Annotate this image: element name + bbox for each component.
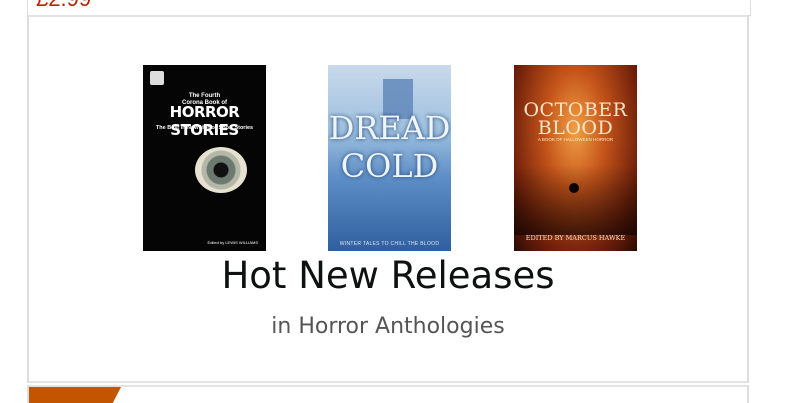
cover-tagline: WINTER TALES TO CHILL THE BLOOD bbox=[339, 241, 440, 247]
tree-silhouette-icon bbox=[514, 165, 637, 235]
card-subtitle: in Horror Anthologies bbox=[271, 314, 505, 339]
cover-line-1: The Fourth bbox=[188, 93, 221, 99]
book-cover-dread-cold[interactable]: DREAD COLD WINTER TALES TO CHILL THE BLO… bbox=[328, 65, 451, 251]
publisher-logo-icon bbox=[150, 71, 164, 85]
book-cover-horror-stories[interactable]: The Fourth Corona Book of HORROR STORIES… bbox=[143, 65, 266, 251]
cover-title: HORROR STORIES bbox=[169, 103, 240, 139]
product-price: £2.99 bbox=[36, 0, 91, 10]
hot-new-releases-card: The Fourth Corona Book of HORROR STORIES… bbox=[27, 15, 749, 383]
cover-title-2: BLOOD bbox=[537, 117, 614, 139]
deal-badge bbox=[29, 387, 121, 403]
previous-product-card bbox=[27, 0, 751, 16]
card-title[interactable]: Hot New Releases bbox=[29, 255, 747, 297]
page: £2.99 The Fourth Corona Book of HORROR S… bbox=[0, 0, 791, 403]
cover-editor: EDITED BY MARCUS HAWKE bbox=[525, 234, 626, 242]
cover-editor: Edited by LEWIS WILLIAMS bbox=[207, 240, 258, 245]
spider-icon bbox=[569, 183, 579, 193]
cover-title-2: COLD bbox=[340, 147, 439, 185]
next-card bbox=[27, 385, 749, 403]
eye-illustration-icon bbox=[195, 147, 247, 193]
cover-subtitle: A BOOK OF HALLOWEEN HORROR bbox=[537, 137, 614, 142]
book-covers-row: The Fourth Corona Book of HORROR STORIES… bbox=[29, 65, 747, 252]
cover-tagline: The Best in New Horror Short Stories bbox=[155, 125, 254, 131]
book-cover-october-blood[interactable]: OCTOBER BLOOD A BOOK OF HALLOWEEN HORROR… bbox=[514, 65, 637, 251]
cover-title-1: DREAD bbox=[328, 109, 451, 147]
